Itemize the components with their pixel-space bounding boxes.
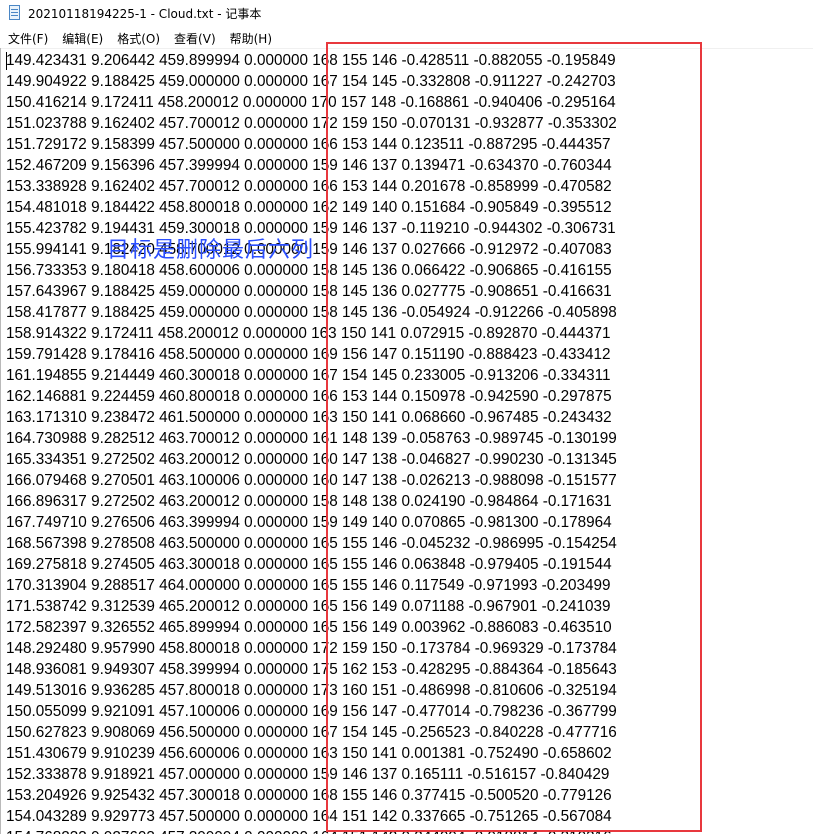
title-bar: 20210118194225-1 - Cloud.txt - 记事本 <box>0 0 813 26</box>
notepad-icon <box>8 5 22 21</box>
window-title: 20210118194225-1 - Cloud.txt - 记事本 <box>28 6 262 21</box>
menu-format[interactable]: 格式(O) <box>110 30 167 47</box>
annotation-highlight-box <box>326 42 702 832</box>
menu-file[interactable]: 文件(F) <box>0 30 55 47</box>
menu-edit[interactable]: 编辑(E) <box>55 30 110 47</box>
annotation-text: 目标是删除最后六列 <box>107 238 315 263</box>
menu-help[interactable]: 帮助(H) <box>223 30 279 47</box>
text-caret <box>6 52 7 70</box>
menu-view[interactable]: 查看(V) <box>167 30 223 47</box>
